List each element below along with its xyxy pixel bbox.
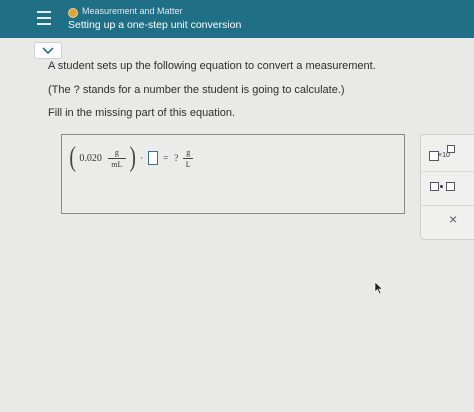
answer-blank-input[interactable] (148, 151, 159, 165)
collapse-button[interactable] (34, 42, 62, 59)
topic-status-dot (68, 8, 78, 18)
left-factor-box-icon (430, 182, 439, 191)
frac2-numerator: g (186, 147, 191, 157)
exponent-box-icon (447, 145, 455, 153)
answer-area[interactable]: ( 0.020 g mL ) · = ? g L (61, 134, 405, 214)
close-icon[interactable]: × (449, 211, 457, 227)
left-paren: ( (69, 142, 76, 173)
question-line-1: A student sets up the following equation… (48, 60, 376, 72)
frac1-denominator: mL (111, 159, 123, 169)
multiply-template-button[interactable] (421, 172, 474, 204)
mouse-cursor-icon (374, 281, 384, 295)
times-ten-label: ×10 (438, 152, 450, 159)
page-title: Setting up a one-step unit conversion (68, 19, 242, 31)
math-tool-panel: ×10 × (420, 134, 474, 240)
dot-icon (440, 185, 443, 188)
equation-coefficient: 0.020 (79, 152, 102, 164)
frac1-numerator: g (114, 147, 119, 157)
question-line-3: Fill in the missing part of this equatio… (48, 107, 236, 119)
hamburger-menu-icon[interactable] (37, 11, 51, 25)
question-line-2: (The ? stands for a number the student i… (48, 84, 345, 96)
chevron-down-icon (42, 46, 54, 54)
app-header: Measurement and Matter Setting up a one-… (0, 0, 474, 38)
frac2-denominator: L (185, 159, 191, 169)
equation: ( 0.020 g mL ) · = ? g L (68, 143, 195, 173)
unknown-mark: ? (174, 153, 179, 163)
right-paren: ) (129, 142, 136, 173)
right-factor-box-icon (446, 182, 455, 191)
multiply-dot: · (140, 153, 144, 163)
fraction-target-unit: g L (183, 147, 194, 169)
equals-sign: = (163, 153, 169, 163)
topic-label: Measurement and Matter (82, 6, 183, 16)
sci-notation-button[interactable]: ×10 (421, 135, 474, 171)
fraction-given-unit: g mL (107, 147, 126, 169)
